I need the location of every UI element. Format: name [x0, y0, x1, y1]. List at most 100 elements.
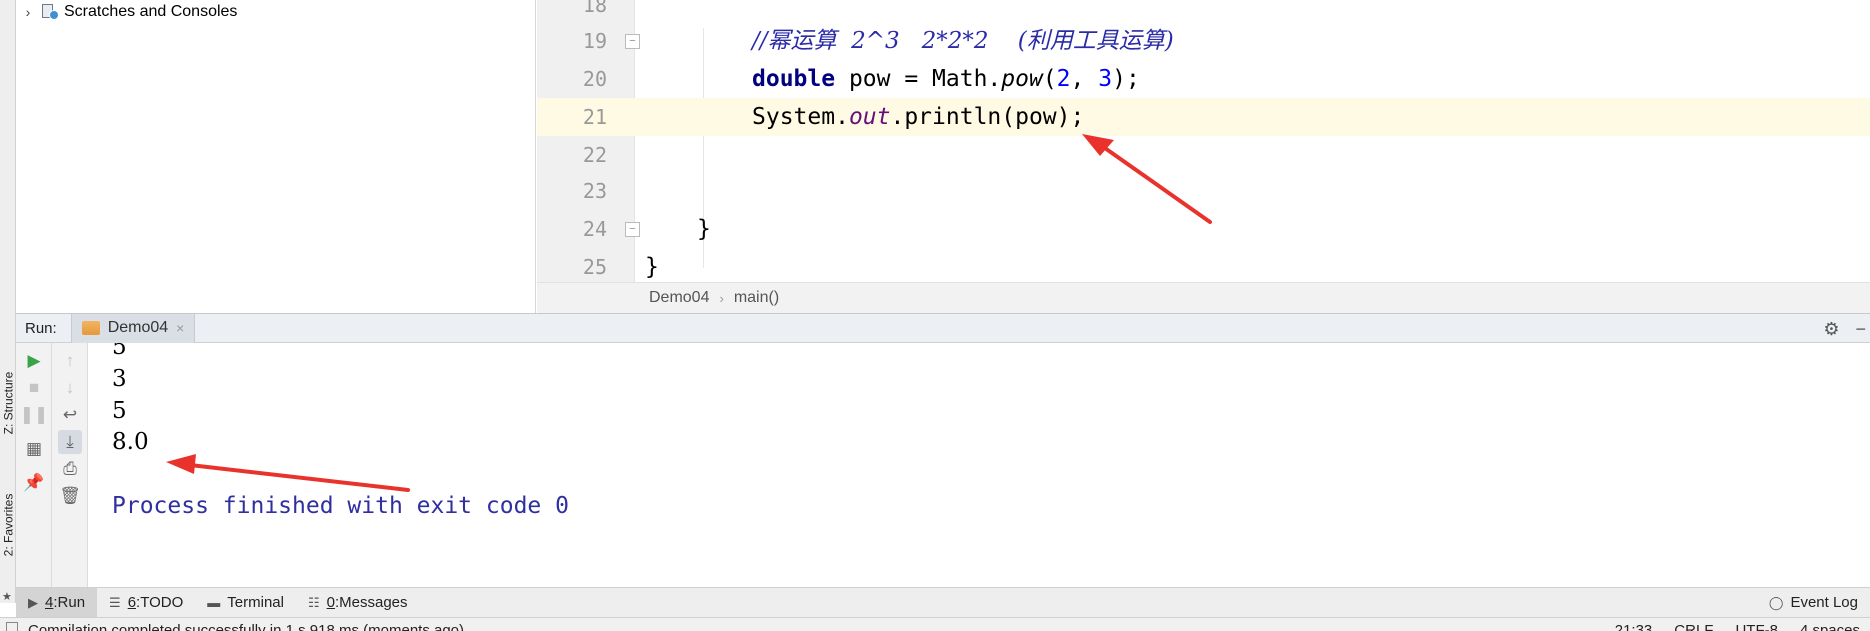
- status-bar: Compilation completed successfully in 1 …: [0, 617, 1870, 631]
- code-line-18[interactable]: 18: [537, 0, 1870, 24]
- code-line-22[interactable]: 22: [537, 136, 1870, 174]
- event-log-label: Event Log: [1790, 594, 1858, 611]
- tree-item-scratches[interactable]: › Scratches and Consoles: [16, 0, 237, 24]
- messages-icon: ☷: [307, 594, 320, 610]
- pin-icon[interactable]: 📌: [22, 471, 46, 495]
- run-config-icon: [81, 321, 100, 335]
- file-encoding[interactable]: UTF-8: [1735, 622, 1778, 631]
- keyword-double: double: [752, 66, 836, 92]
- number-literal: 3: [1098, 66, 1113, 92]
- status-message: Compilation completed successfully in 1 …: [28, 622, 465, 631]
- todo-key: 6: [127, 594, 137, 611]
- output-line-result: 8.0: [112, 429, 149, 455]
- todo-label: TODO: [140, 594, 184, 611]
- closing-brace: }: [697, 216, 711, 242]
- code-line-23[interactable]: 23: [537, 172, 1870, 210]
- closing-brace: }: [645, 254, 659, 280]
- structure-side-tab[interactable]: Z: Structure: [0, 348, 16, 458]
- project-pane: › Scratches and Consoles: [16, 0, 536, 313]
- tab-label: Demo04: [107, 319, 169, 336]
- terminal-label: Terminal: [227, 594, 284, 611]
- print-icon[interactable]: ⎙: [58, 457, 82, 481]
- run-toolbar-secondary: ↑ ↓ ↩ ⤓ ⎙ 🗑: [52, 343, 88, 587]
- event-log-icon: ◯: [1768, 594, 1784, 610]
- tool-button-messages[interactable]: ☷ 0: Messages: [296, 588, 420, 618]
- code-text: System.: [752, 104, 849, 130]
- line-number: 19: [582, 29, 607, 53]
- method-pow: pow: [1001, 66, 1043, 92]
- code-statement: System.out.println(pow);: [752, 98, 1084, 136]
- left-tool-strip: Z: Structure 2: Favorites ★: [0, 0, 16, 603]
- favorites-star-icon: ★: [2, 591, 12, 603]
- trash-icon[interactable]: 🗑: [58, 484, 82, 508]
- code-line-25[interactable]: 25 }: [537, 248, 1870, 286]
- line-number: 20: [582, 67, 607, 91]
- tab-demo04[interactable]: Demo04 ×: [70, 313, 196, 343]
- indent-setting[interactable]: 4 spaces: [1800, 622, 1860, 631]
- arrow-up-icon[interactable]: ↑: [58, 349, 82, 373]
- run-key: 4: [45, 594, 54, 611]
- breadcrumb-method[interactable]: main(): [734, 289, 779, 307]
- run-window-header: Run: Demo04 × ⚙ −: [16, 313, 1870, 343]
- code-text: .println(pow);: [890, 104, 1085, 130]
- status-toggle-icon[interactable]: [6, 622, 18, 631]
- code-text: ,: [1070, 66, 1099, 92]
- line-number: 24: [582, 217, 607, 241]
- tool-window-bar: ▶ 4: Run ☰ 6: TODO ▬ Terminal ☷ 0: Messa…: [16, 587, 1870, 618]
- code-statement: double pow = Math.pow(2, 3);: [752, 60, 1140, 98]
- run-window-title: Run:: [25, 319, 57, 337]
- output-line: 3: [112, 366, 127, 392]
- tool-button-event-log[interactable]: ◯ Event Log: [1757, 588, 1870, 618]
- tool-button-todo[interactable]: ☰ 6: TODO: [97, 588, 195, 618]
- tool-button-terminal[interactable]: ▬ Terminal: [195, 588, 296, 618]
- run-label: Run: [57, 594, 86, 611]
- code-text: (: [1042, 66, 1057, 92]
- stop-button[interactable]: ■: [22, 376, 46, 400]
- close-icon[interactable]: ×: [176, 320, 184, 336]
- breadcrumb: Demo04 › main(): [537, 282, 1870, 313]
- code-editor[interactable]: 18 19 − //幂运算 2^3 2*2*2 (利用工具运算) 20 doub…: [537, 0, 1870, 313]
- scratches-icon: [40, 3, 60, 21]
- structure-tab-label: Z: Structure: [1, 371, 15, 435]
- line-number: 25: [582, 255, 607, 279]
- tool-button-run[interactable]: ▶ 4: Run: [16, 587, 98, 618]
- fold-marker-icon[interactable]: −: [625, 222, 640, 237]
- line-number: 21: [582, 105, 607, 129]
- process-finished-line: Process finished with exit code 0: [112, 493, 569, 519]
- fold-marker-icon[interactable]: −: [625, 34, 640, 49]
- terminal-icon: ▬: [207, 595, 221, 610]
- arrow-down-icon[interactable]: ↓: [58, 376, 82, 400]
- list-icon: ☰: [109, 594, 121, 610]
- line-number: 22: [582, 143, 607, 167]
- rerun-button[interactable]: ▶: [22, 349, 46, 373]
- run-toolbar-primary: ▶ ■ ❚❚ ▦ 📌: [16, 343, 52, 587]
- messages-key: 0: [326, 594, 335, 611]
- code-comment: //幂运算 2^3 2*2*2 (利用工具运算): [752, 28, 1174, 54]
- code-line-19[interactable]: 19 − //幂运算 2^3 2*2*2 (利用工具运算): [537, 22, 1870, 60]
- chevron-right-icon[interactable]: ›: [16, 4, 40, 20]
- chevron-right-icon: ›: [719, 290, 724, 306]
- favorites-side-tab[interactable]: 2: Favorites: [0, 470, 16, 580]
- number-literal: 2: [1056, 66, 1071, 92]
- code-text: );: [1112, 66, 1140, 92]
- tree-item-label: Scratches and Consoles: [64, 3, 238, 20]
- console-output[interactable]: 5 3 5 8.0 Process finished with exit cod…: [88, 343, 1870, 587]
- soft-wrap-icon[interactable]: ↩: [58, 403, 82, 427]
- gear-icon[interactable]: ⚙: [1823, 319, 1839, 340]
- code-line-21-current[interactable]: 21 System.out.println(pow);: [537, 98, 1870, 136]
- line-separator[interactable]: CRLF: [1674, 622, 1713, 631]
- pause-button[interactable]: ❚❚: [20, 403, 49, 427]
- run-icon: ▶: [28, 594, 38, 610]
- layout-icon[interactable]: ▦: [22, 437, 46, 461]
- caret-position[interactable]: 21:33: [1615, 622, 1653, 631]
- favorites-tab-label: 2: Favorites: [1, 493, 16, 557]
- line-number: 18: [582, 0, 607, 17]
- code-line-20[interactable]: 20 double pow = Math.pow(2, 3);: [537, 60, 1870, 98]
- code-line-24[interactable]: 24 − }: [537, 210, 1870, 248]
- minimize-icon[interactable]: −: [1855, 319, 1866, 340]
- messages-label: Messages: [339, 594, 408, 611]
- code-text: pow = Math.: [835, 66, 1002, 92]
- scroll-to-end-icon[interactable]: ⤓: [58, 430, 82, 454]
- breadcrumb-class[interactable]: Demo04: [649, 289, 709, 307]
- line-number: 23: [582, 179, 607, 203]
